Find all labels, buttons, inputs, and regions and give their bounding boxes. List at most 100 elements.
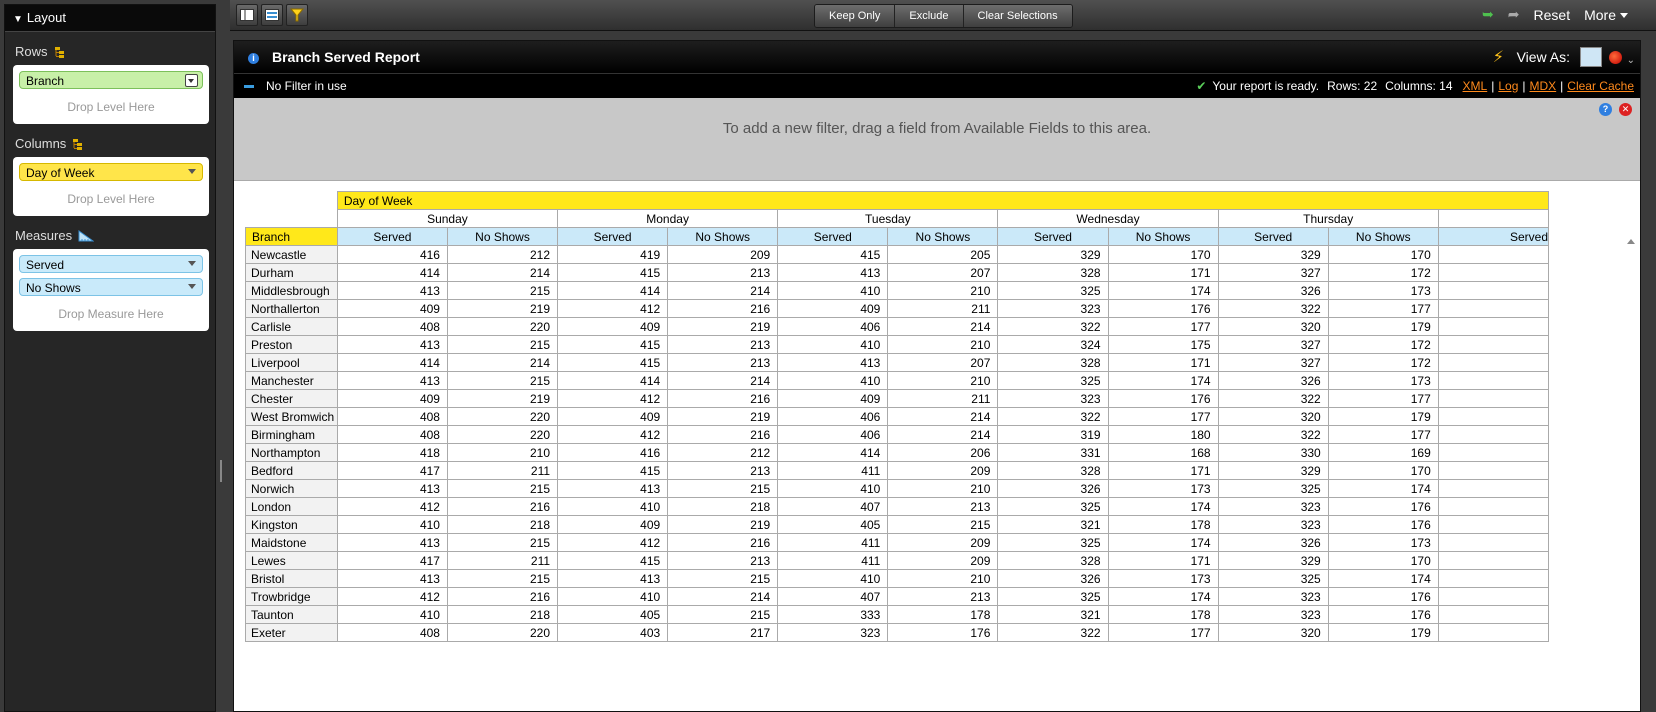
value-cell[interactable]: 213: [667, 335, 779, 354]
value-cell[interactable]: 215: [667, 605, 779, 624]
value-cell[interactable]: 408: [336, 623, 448, 642]
value-cell[interactable]: 174: [1107, 281, 1219, 300]
measure-header[interactable]: Served: [997, 227, 1109, 246]
value-cell[interactable]: 215: [446, 479, 559, 498]
value-cell[interactable]: 171: [1107, 263, 1219, 282]
value-cell[interactable]: 325: [997, 497, 1109, 516]
value-cell[interactable]: 408: [336, 317, 448, 336]
info-icon[interactable]: i: [248, 53, 259, 64]
value-cell[interactable]: 210: [887, 479, 999, 498]
value-cell[interactable]: 215: [667, 569, 779, 588]
value-cell[interactable]: 176: [1327, 605, 1439, 624]
value-cell[interactable]: 415: [777, 245, 889, 264]
day-header[interactable]: Wednesday: [997, 209, 1219, 228]
value-cell[interactable]: 329: [1217, 461, 1329, 480]
value-cell[interactable]: 409: [557, 407, 669, 426]
value-cell[interactable]: 209: [667, 245, 779, 264]
value-cell[interactable]: 413: [336, 371, 448, 390]
value-cell[interactable]: 170: [1327, 551, 1439, 570]
value-cell[interactable]: 328: [997, 461, 1109, 480]
value-cell[interactable]: 216: [446, 587, 559, 606]
branch-row-header[interactable]: Lewes: [245, 551, 338, 570]
measure-header[interactable]: Served: [1217, 227, 1329, 246]
row-dimension-header[interactable]: Branch: [245, 227, 338, 246]
value-cell[interactable]: 169: [1327, 443, 1439, 462]
value-cell[interactable]: 328: [997, 353, 1109, 372]
day-header[interactable]: Monday: [557, 209, 779, 228]
value-cell[interactable]: 323: [1217, 497, 1329, 516]
value-cell[interactable]: 172: [1327, 353, 1439, 372]
branch-row-header[interactable]: Bristol: [245, 569, 338, 588]
value-cell[interactable]: 213: [667, 263, 779, 282]
value-cell[interactable]: 214: [887, 425, 999, 444]
value-cell[interactable]: 176: [1107, 389, 1219, 408]
exclude-button[interactable]: Exclude: [895, 5, 964, 27]
columns-field-day-of-week[interactable]: Day of Week: [19, 163, 203, 181]
chevron-down-icon[interactable]: [188, 284, 196, 289]
chart-view-icon[interactable]: [1609, 51, 1622, 64]
value-cell[interactable]: 207: [887, 263, 999, 282]
value-cell[interactable]: 410: [777, 335, 889, 354]
value-cell[interactable]: 414: [336, 353, 448, 372]
branch-row-header[interactable]: Northallerton: [245, 299, 338, 318]
value-cell[interactable]: 417: [336, 461, 448, 480]
clear-selections-button[interactable]: Clear Selections: [963, 5, 1072, 27]
value-cell[interactable]: 177: [1327, 389, 1439, 408]
value-cell[interactable]: 323: [1217, 515, 1329, 534]
value-cell[interactable]: 326: [1217, 371, 1329, 390]
value-cell[interactable]: 179: [1327, 317, 1439, 336]
value-cell[interactable]: 414: [557, 281, 669, 300]
value-cell[interactable]: 412: [336, 587, 448, 606]
value-cell[interactable]: 321: [997, 515, 1109, 534]
branch-row-header[interactable]: West Bromwich: [245, 407, 338, 426]
log-link[interactable]: Log: [1498, 79, 1518, 93]
table-view-icon[interactable]: [1580, 47, 1602, 67]
chevron-down-icon[interactable]: [188, 261, 196, 266]
value-cell[interactable]: 406: [777, 407, 889, 426]
value-cell[interactable]: 323: [777, 623, 889, 642]
value-cell[interactable]: 326: [1217, 281, 1329, 300]
value-cell[interactable]: 413: [777, 263, 889, 282]
value-cell[interactable]: 176: [1327, 515, 1439, 534]
day-header[interactable]: Tuesday: [777, 209, 999, 228]
value-cell[interactable]: 172: [1327, 263, 1439, 282]
value-cell[interactable]: 327: [1217, 263, 1329, 282]
value-cell[interactable]: 211: [887, 389, 999, 408]
value-cell[interactable]: 405: [777, 515, 889, 534]
value-cell[interactable]: 414: [777, 443, 889, 462]
mdx-link[interactable]: MDX: [1530, 79, 1557, 93]
filter-drop-area[interactable]: ? ✕ To add a new filter, drag a field fr…: [234, 98, 1640, 181]
value-cell[interactable]: 215: [887, 515, 999, 534]
branch-row-header[interactable]: Carlisle: [245, 317, 338, 336]
value-cell[interactable]: 216: [667, 299, 779, 318]
branch-row-header[interactable]: Middlesbrough: [245, 281, 338, 300]
value-cell[interactable]: 409: [557, 317, 669, 336]
value-cell[interactable]: 212: [446, 245, 559, 264]
branch-row-header[interactable]: Preston: [245, 335, 338, 354]
value-cell[interactable]: 219: [446, 299, 559, 318]
value-cell[interactable]: 409: [777, 299, 889, 318]
value-cell[interactable]: 410: [557, 587, 669, 606]
value-cell[interactable]: 173: [1327, 281, 1439, 300]
value-cell[interactable]: 170: [1107, 245, 1219, 264]
close-icon[interactable]: ✕: [1619, 103, 1632, 116]
measure-header-partial[interactable]: Served: [1437, 227, 1550, 246]
value-cell[interactable]: 211: [887, 299, 999, 318]
value-cell[interactable]: 322: [997, 623, 1109, 642]
value-cell[interactable]: 325: [997, 281, 1109, 300]
value-cell[interactable]: 329: [1217, 245, 1329, 264]
value-cell[interactable]: 328: [997, 263, 1109, 282]
scroll-up-arrow-icon[interactable]: [1627, 239, 1635, 244]
value-cell[interactable]: 171: [1107, 353, 1219, 372]
value-cell[interactable]: 410: [777, 569, 889, 588]
value-cell[interactable]: 409: [336, 299, 448, 318]
value-cell[interactable]: 323: [997, 299, 1109, 318]
value-cell[interactable]: 413: [336, 569, 448, 588]
value-cell[interactable]: 176: [1107, 299, 1219, 318]
value-cell[interactable]: 175: [1107, 335, 1219, 354]
measure-header[interactable]: No Shows: [667, 227, 779, 246]
value-cell[interactable]: 410: [336, 605, 448, 624]
value-cell[interactable]: 320: [1217, 407, 1329, 426]
value-cell[interactable]: 322: [997, 317, 1109, 336]
value-cell[interactable]: 179: [1327, 623, 1439, 642]
